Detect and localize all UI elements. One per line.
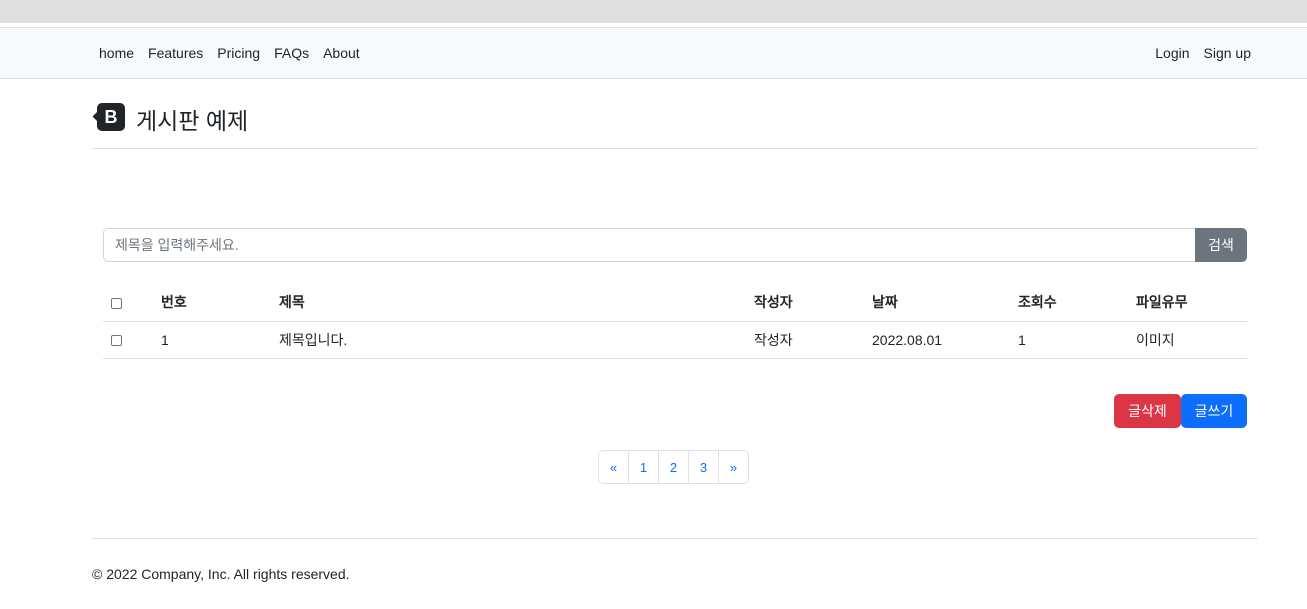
column-header-title: 제목: [271, 284, 746, 322]
search-input[interactable]: [103, 228, 1195, 262]
column-header-views: 조회수: [1010, 284, 1128, 322]
page-link-1[interactable]: 1: [628, 450, 659, 484]
nav-link-home[interactable]: home: [92, 45, 141, 61]
search-bar: 검색: [103, 228, 1247, 262]
column-header-number: 번호: [153, 284, 271, 322]
nav-link-pricing[interactable]: Pricing: [210, 45, 267, 61]
page-link-3[interactable]: 3: [688, 450, 719, 484]
page-title[interactable]: 게시판 예제: [136, 102, 248, 136]
nav-link-features[interactable]: Features: [141, 45, 210, 61]
page-footer: © 2022 Company, Inc. All rights reserved…: [92, 538, 1258, 582]
browser-top-strip: [0, 0, 1307, 23]
signup-link[interactable]: Sign up: [1197, 45, 1258, 61]
table-body: 1 제목입니다. 작성자 2022.08.01 1 이미지: [103, 321, 1247, 359]
row-title-link[interactable]: 제목입니다.: [271, 321, 746, 359]
page-link-2[interactable]: 2: [658, 450, 689, 484]
row-date: 2022.08.01: [864, 321, 1010, 359]
row-views: 1: [1010, 321, 1128, 359]
row-file: 이미지: [1128, 321, 1247, 359]
logo-letter: B: [97, 103, 125, 131]
nav-right-group: Login Sign up: [1148, 28, 1258, 78]
login-link[interactable]: Login: [1148, 45, 1196, 61]
delete-post-button[interactable]: 글삭제: [1114, 394, 1181, 428]
bootstrap-logo-icon[interactable]: B: [92, 101, 126, 133]
page-next-link[interactable]: »: [718, 450, 749, 484]
page-header: B 게시판 예제: [92, 96, 1258, 149]
column-header-author: 작성자: [746, 284, 864, 322]
select-all-checkbox[interactable]: [111, 298, 122, 310]
row-author: 작성자: [746, 321, 864, 359]
table-header: 번호 제목 작성자 날짜 조회수 파일유무: [103, 284, 1247, 322]
select-all-cell: [103, 284, 153, 322]
search-button[interactable]: 검색: [1195, 228, 1247, 262]
nav-link-about[interactable]: About: [316, 45, 367, 61]
write-post-button[interactable]: 글쓰기: [1181, 394, 1247, 428]
nav-link-faqs[interactable]: FAQs: [267, 45, 316, 61]
table-header-row: 번호 제목 작성자 날짜 조회수 파일유무: [103, 284, 1247, 322]
column-header-date: 날짜: [864, 284, 1010, 322]
top-navbar: home Features Pricing FAQs About Login S…: [0, 27, 1307, 79]
copyright-text: © 2022 Company, Inc. All rights reserved…: [92, 566, 350, 582]
pagination: « 1 2 3 »: [598, 450, 749, 484]
nav-left-group: home Features Pricing FAQs About: [92, 28, 367, 78]
page-prev-link[interactable]: «: [598, 450, 629, 484]
row-checkbox[interactable]: [111, 335, 122, 347]
row-number: 1: [153, 321, 271, 359]
board-table: 번호 제목 작성자 날짜 조회수 파일유무 1 제목입니다. 작성자 2022.…: [103, 284, 1247, 359]
table-row[interactable]: 1 제목입니다. 작성자 2022.08.01 1 이미지: [103, 321, 1247, 359]
column-header-file: 파일유무: [1128, 284, 1247, 322]
row-select-cell: [103, 321, 153, 359]
